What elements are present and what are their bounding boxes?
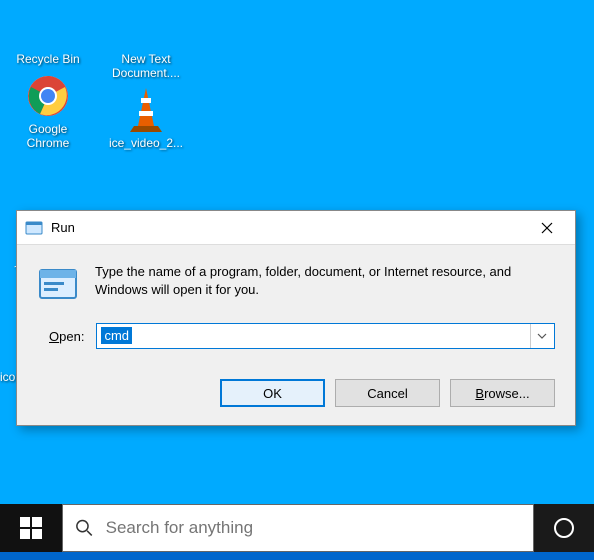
start-button[interactable] xyxy=(0,504,62,552)
run-dialog: Run Type the name of a program, folder, … xyxy=(16,210,576,426)
cortana-button[interactable] xyxy=(534,504,594,552)
chevron-down-icon xyxy=(537,333,547,339)
desktop-icon-label: Recycle Bin xyxy=(16,52,79,66)
open-input[interactable] xyxy=(97,327,530,346)
windows-logo-icon xyxy=(20,517,42,539)
desktop-icon-label: Google Chrome xyxy=(8,122,88,150)
text-document-icon xyxy=(122,2,170,50)
desktop-icon-recycle-bin[interactable]: Recycle Bin xyxy=(8,0,88,66)
run-title-icon xyxy=(25,219,43,237)
desktop-icon-google-chrome[interactable]: Google Chrome xyxy=(8,70,88,150)
cortana-circle-icon xyxy=(552,516,576,540)
taskbar-search-input[interactable] xyxy=(106,518,521,538)
close-icon xyxy=(541,222,553,234)
taskbar xyxy=(0,504,594,552)
desktop-icon-label: ice_video_2... xyxy=(109,136,183,150)
run-program-icon xyxy=(37,263,79,305)
run-titlebar[interactable]: Run xyxy=(17,211,575,245)
bottom-accent-strip xyxy=(0,552,594,560)
chrome-icon xyxy=(24,72,72,120)
cancel-button[interactable]: Cancel xyxy=(335,379,440,407)
partial-desktop-icon: ico xyxy=(0,370,15,384)
recycle-bin-icon xyxy=(24,2,72,50)
run-title: Run xyxy=(51,220,527,235)
desktop-icons-area: Recycle Bin Google Chrome xyxy=(8,0,186,150)
search-icon xyxy=(75,518,94,538)
run-description: Type the name of a program, folder, docu… xyxy=(95,263,555,305)
desktop-icon-new-text-doc[interactable]: New Text Document.... xyxy=(106,0,186,80)
open-combobox[interactable]: cmd xyxy=(96,323,555,349)
vlc-cone-icon xyxy=(122,86,170,134)
open-label: Open: xyxy=(49,329,84,344)
browse-button[interactable]: Browse... xyxy=(450,379,555,407)
ok-button[interactable]: OK xyxy=(220,379,325,407)
close-button[interactable] xyxy=(527,214,567,242)
taskbar-search[interactable] xyxy=(62,504,534,552)
open-input-selection: cmd xyxy=(101,327,132,344)
open-dropdown-button[interactable] xyxy=(530,324,552,348)
desktop-icon-ice-video[interactable]: ice_video_2... xyxy=(106,84,186,150)
desktop-icon-label: New Text Document.... xyxy=(106,52,186,80)
